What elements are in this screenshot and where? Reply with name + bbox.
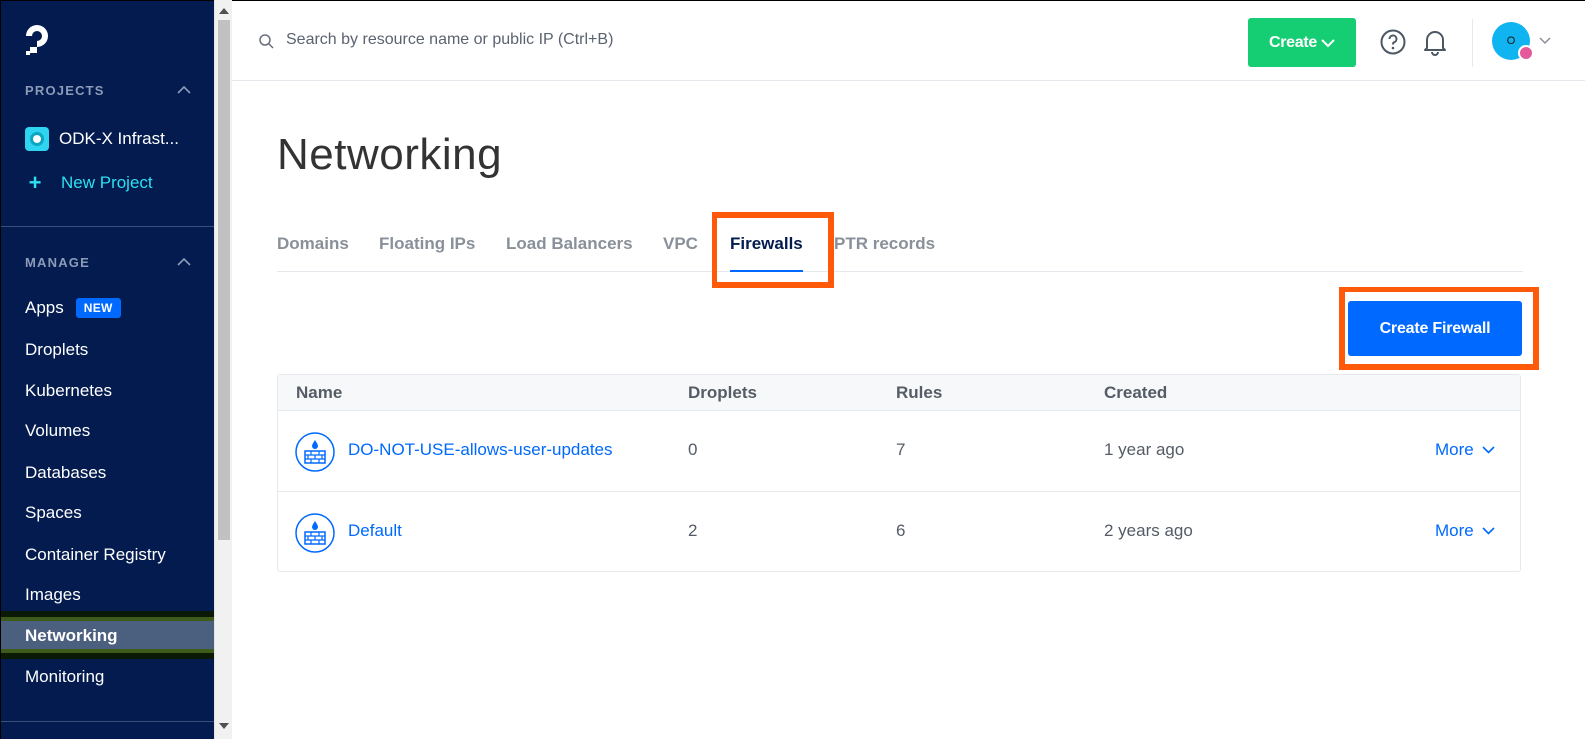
- topbar-divider: [1472, 19, 1473, 67]
- project-icon: [25, 127, 49, 151]
- firewalls-table: Name Droplets Rules Created DO-NOT-USE-a…: [277, 374, 1521, 572]
- create-firewall-highlight: [1339, 287, 1539, 370]
- new-project-link[interactable]: + New Project: [25, 170, 153, 196]
- page-title: Networking: [277, 130, 503, 179]
- main-content: Networking Domains Floating IPs Load Bal…: [232, 82, 1585, 739]
- sidebar-item-kubernetes[interactable]: Kubernetes: [25, 379, 112, 403]
- tab-domains[interactable]: Domains: [277, 234, 349, 254]
- sidebar-project-odkx[interactable]: ODK-X Infrast...: [25, 127, 179, 151]
- chevron-up-icon[interactable]: [177, 257, 191, 267]
- create-button-label: Create: [1268, 33, 1317, 51]
- rules-count: 7: [896, 440, 906, 459]
- plus-icon: +: [28, 170, 42, 195]
- more-label: More: [1435, 521, 1474, 540]
- scroll-up-arrow-icon[interactable]: [219, 8, 229, 14]
- column-header-rules: Rules: [896, 383, 943, 402]
- project-name: ODK-X Infrast...: [59, 129, 179, 148]
- more-label: More: [1435, 440, 1474, 459]
- table-header: Name Droplets Rules Created: [278, 375, 1520, 411]
- scroll-down-arrow-icon[interactable]: [219, 723, 229, 729]
- created-time: 1 year ago: [1104, 440, 1185, 459]
- projects-heading: PROJECTS: [25, 83, 105, 98]
- scrollbar-thumb[interactable]: [218, 20, 230, 540]
- avatar-status-dot: [1518, 45, 1534, 61]
- chevron-down-icon: [1482, 446, 1495, 454]
- sidebar-item-label: Apps: [25, 298, 64, 317]
- tab-vpc[interactable]: VPC: [663, 234, 698, 254]
- more-menu-button[interactable]: More: [1435, 521, 1495, 541]
- chevron-down-icon[interactable]: [1539, 37, 1551, 45]
- firewalls-tab-highlight: [712, 212, 834, 288]
- sidebar-item-container-registry[interactable]: Container Registry: [25, 543, 166, 567]
- firewall-icon: [295, 432, 335, 472]
- sidebar-item-networking[interactable]: Networking: [25, 624, 118, 648]
- app-window: PROJECTS ODK-X Infrast... + New Project …: [0, 0, 1585, 739]
- new-badge: NEW: [75, 298, 121, 318]
- manage-heading: MANAGE: [25, 255, 90, 270]
- column-header-created: Created: [1104, 383, 1168, 402]
- networking-tabs: Domains Floating IPs Load Balancers VPC …: [277, 212, 1523, 272]
- new-project-label: New Project: [61, 173, 153, 192]
- sidebar-scrollbar[interactable]: [214, 0, 232, 739]
- firewall-name-link[interactable]: DO-NOT-USE-allows-user-updates: [348, 440, 613, 460]
- search-icon: [259, 34, 274, 49]
- chevron-up-icon[interactable]: [177, 85, 191, 95]
- search-bar[interactable]: [258, 31, 706, 49]
- sidebar-item-spaces[interactable]: Spaces: [25, 501, 82, 525]
- chevron-down-icon: [1321, 38, 1335, 47]
- top-bar: Create O: [232, 0, 1585, 81]
- rules-count: 6: [896, 521, 906, 540]
- sidebar-item-images[interactable]: Images: [25, 583, 81, 607]
- sidebar-item-databases[interactable]: Databases: [25, 461, 106, 485]
- digitalocean-logo-icon[interactable]: [23, 21, 61, 57]
- notifications-bell-icon[interactable]: [1422, 28, 1448, 56]
- column-header-name: Name: [296, 383, 343, 402]
- tab-load-balancers[interactable]: Load Balancers: [506, 234, 633, 254]
- sidebar-item-droplets[interactable]: Droplets: [25, 338, 88, 362]
- created-time: 2 years ago: [1104, 521, 1193, 540]
- firewall-name-link[interactable]: Default: [348, 521, 402, 541]
- sidebar: PROJECTS ODK-X Infrast... + New Project …: [0, 0, 215, 739]
- tab-floating-ips[interactable]: Floating IPs: [379, 234, 475, 254]
- droplets-count: 0: [688, 440, 698, 459]
- create-button[interactable]: Create: [1248, 18, 1356, 67]
- sidebar-item-volumes[interactable]: Volumes: [25, 419, 90, 443]
- more-menu-button[interactable]: More: [1435, 440, 1495, 460]
- table-row: Default 2 6 2 years ago More: [278, 492, 1520, 573]
- sidebar-divider: [1, 721, 215, 722]
- droplets-count: 2: [688, 521, 698, 540]
- search-input[interactable]: [286, 31, 706, 49]
- tab-ptr-records[interactable]: PTR records: [834, 234, 935, 254]
- sidebar-item-monitoring[interactable]: Monitoring: [25, 665, 104, 689]
- firewall-icon: [295, 513, 335, 553]
- sidebar-item-apps[interactable]: Apps NEW: [25, 296, 121, 320]
- sidebar-divider: [1, 226, 215, 227]
- column-header-droplets: Droplets: [688, 383, 757, 402]
- help-icon[interactable]: [1380, 29, 1406, 55]
- chevron-down-icon: [1482, 527, 1495, 535]
- table-row: DO-NOT-USE-allows-user-updates 0 7 1 yea…: [278, 411, 1520, 492]
